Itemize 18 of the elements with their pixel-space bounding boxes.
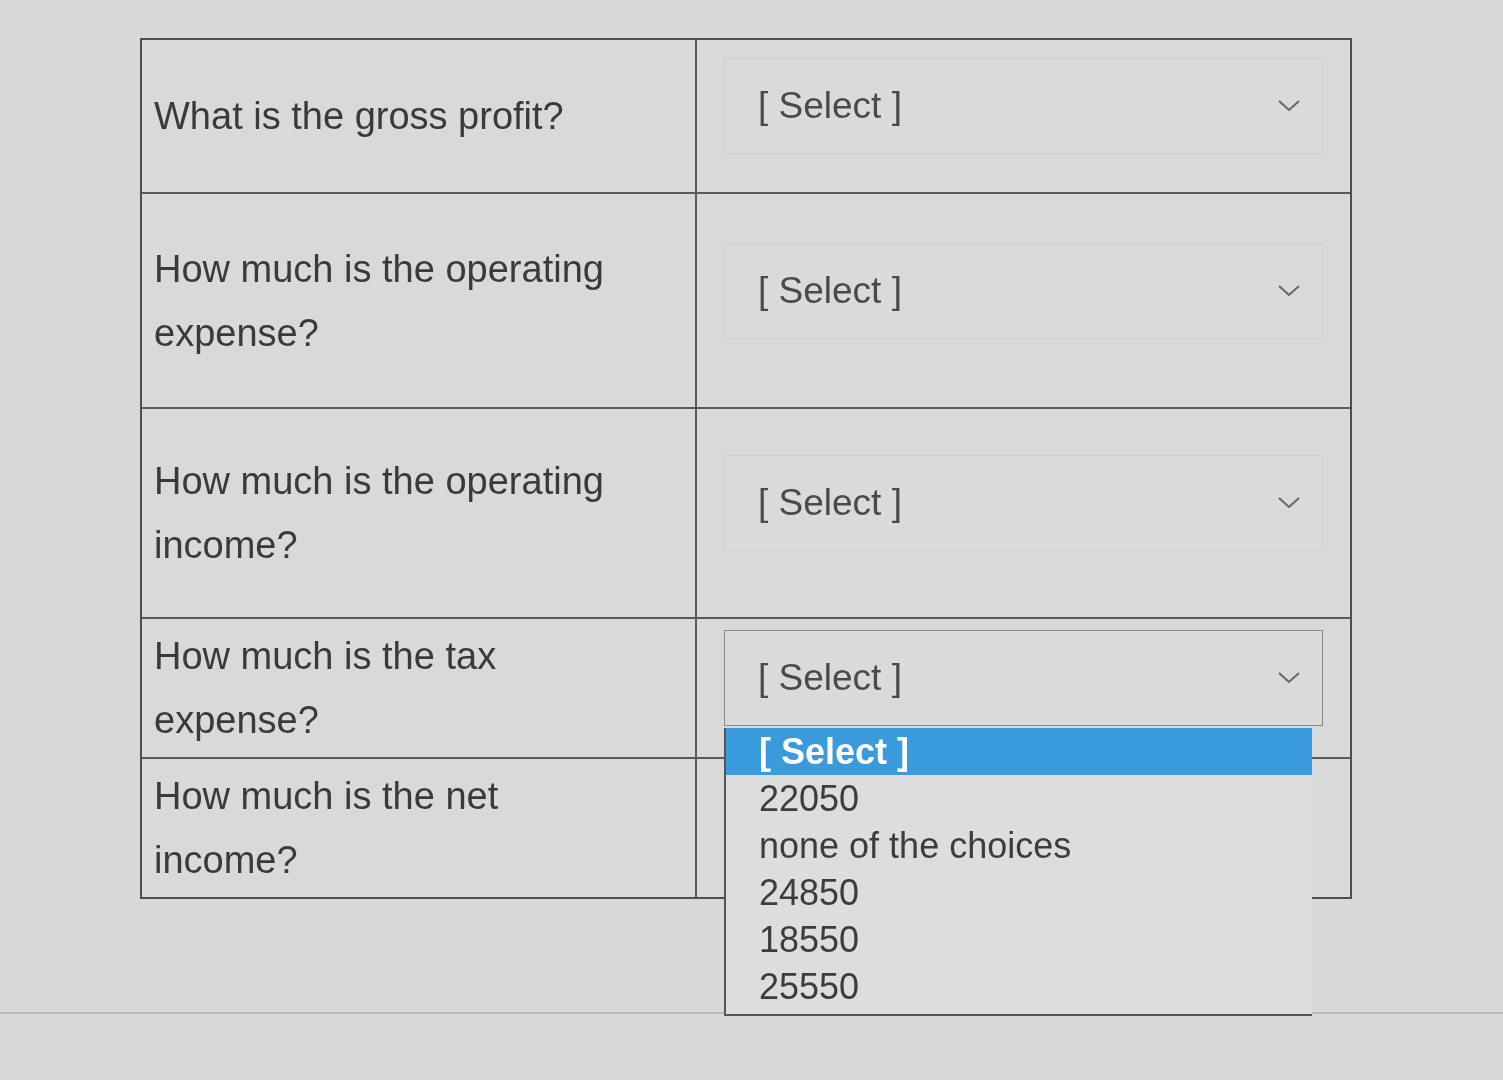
- question-text: What is the gross profit?: [154, 94, 564, 139]
- select-dropdown[interactable]: [ Select ]: [724, 630, 1323, 726]
- chevron-down-icon: [1278, 497, 1300, 509]
- question-text: How much is the operating income?: [154, 459, 605, 568]
- dropdown-option[interactable]: 24850: [726, 869, 1312, 916]
- select-dropdown[interactable]: [ Select ]: [724, 242, 1323, 339]
- question-text: How much is the operating expense?: [154, 246, 605, 356]
- chevron-down-icon: [1278, 100, 1300, 112]
- question-text: How much is the tax expense?: [154, 634, 498, 743]
- select-dropdown[interactable]: [ Select ]: [724, 58, 1323, 154]
- question-text: How much is the net income?: [154, 774, 500, 883]
- dropdown-option[interactable]: none of the choices: [726, 822, 1312, 869]
- select-dropdown[interactable]: [ Select ]: [724, 455, 1323, 551]
- chevron-down-icon: [1278, 672, 1300, 684]
- chevron-down-icon: [1278, 284, 1300, 297]
- dropdown-option[interactable]: 25550: [726, 963, 1312, 1010]
- dropdown-option[interactable]: 22050: [726, 775, 1312, 822]
- dropdown-option[interactable]: 18550: [726, 916, 1312, 963]
